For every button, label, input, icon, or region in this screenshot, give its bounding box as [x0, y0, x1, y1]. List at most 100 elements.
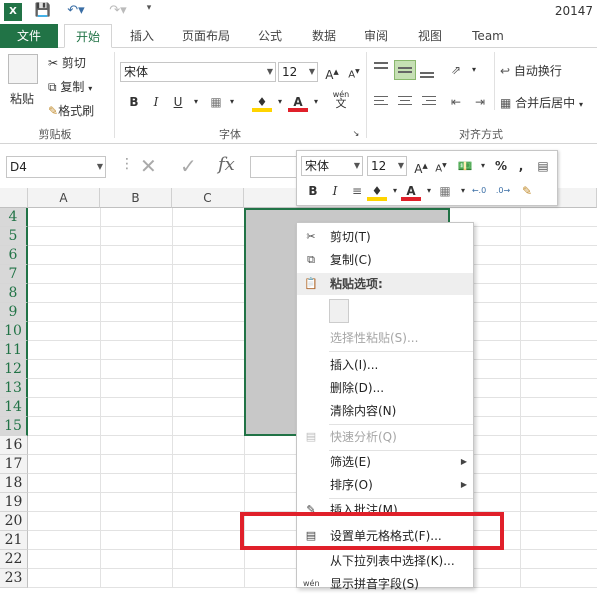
mini-fill-color-icon[interactable]: ♦: [367, 181, 387, 201]
increase-indent-icon[interactable]: ⇥: [470, 92, 490, 112]
tab-insert[interactable]: 插入: [120, 24, 164, 48]
align-center-icon[interactable]: [396, 94, 414, 110]
row-header[interactable]: 17: [0, 455, 28, 474]
row-header[interactable]: 22: [0, 550, 28, 569]
font-color-dropdown-icon[interactable]: ▾: [306, 92, 326, 112]
menu-item-filter[interactable]: 筛选(E) ▶: [297, 451, 473, 473]
row-header[interactable]: 11: [0, 341, 28, 360]
row-header[interactable]: 23: [0, 569, 28, 588]
mini-accounting-dropdown-icon[interactable]: ▾: [473, 156, 493, 176]
tab-review[interactable]: 审阅: [354, 24, 398, 48]
bottom-align-icon[interactable]: [418, 60, 436, 80]
row-header[interactable]: 7: [0, 265, 28, 284]
merge-center-button[interactable]: ▦ 合并后居中 ▾: [500, 94, 583, 111]
top-align-icon[interactable]: [372, 60, 390, 80]
row-header[interactable]: 18: [0, 474, 28, 493]
mini-accounting-format-icon[interactable]: 💵: [455, 156, 475, 176]
menu-item-show-phonetic[interactable]: wén 显示拼音字段(S): [297, 573, 473, 595]
column-header-b[interactable]: B: [100, 188, 172, 208]
menu-item-cut[interactable]: ✂ 剪切(T): [297, 226, 473, 248]
row-header[interactable]: 9: [0, 303, 28, 322]
copy-button[interactable]: ⧉ 复制 ▾: [48, 78, 92, 95]
row-header[interactable]: 14: [0, 398, 28, 417]
mini-size-combo[interactable]: 12 ▼: [367, 156, 407, 176]
mini-bold-button[interactable]: B: [303, 181, 323, 201]
menu-item-clear-contents[interactable]: 清除内容(N): [297, 400, 473, 422]
paste-option-icon[interactable]: [329, 299, 349, 323]
mini-percent-button[interactable]: %: [491, 156, 511, 176]
mini-format-painter-icon[interactable]: ✎: [517, 181, 537, 201]
mini-comma-button[interactable]: ,: [511, 156, 531, 176]
paste-button[interactable]: 粘贴: [10, 90, 34, 107]
mini-italic-button[interactable]: I: [325, 181, 345, 201]
formula-bar-options-icon[interactable]: ⋮: [120, 156, 134, 172]
row-header[interactable]: 8: [0, 284, 28, 303]
underline-dropdown-icon[interactable]: ▾: [186, 92, 206, 112]
tab-formulas[interactable]: 公式: [250, 24, 290, 48]
menu-item-pick-from-list[interactable]: 从下拉列表中选择(K)...: [297, 550, 473, 572]
column-header-c[interactable]: C: [172, 188, 244, 208]
row-header[interactable]: 12: [0, 360, 28, 379]
redo-icon[interactable]: ↷▾: [104, 3, 132, 21]
cut-button[interactable]: ✂ 剪切: [48, 54, 86, 71]
fill-color-icon[interactable]: ♦: [252, 92, 272, 112]
tab-home[interactable]: 开始: [64, 24, 112, 48]
orientation-dropdown-icon[interactable]: ▾: [464, 60, 484, 80]
name-box[interactable]: D4 ▼: [6, 156, 106, 178]
row-header[interactable]: 6: [0, 246, 28, 265]
mini-shrink-font-icon[interactable]: A▼: [431, 156, 451, 176]
row-header[interactable]: 21: [0, 531, 28, 550]
align-left-icon[interactable]: [372, 94, 390, 110]
row-header[interactable]: 15: [0, 417, 28, 436]
italic-button[interactable]: I: [146, 92, 166, 112]
fill-color-dropdown-icon[interactable]: ▾: [270, 92, 290, 112]
font-dialog-launcher-icon[interactable]: ↘: [350, 128, 362, 140]
format-painter-button[interactable]: ✎格式刷: [48, 102, 94, 119]
mini-decrease-decimal-icon[interactable]: .0→: [493, 181, 513, 201]
menu-item-delete[interactable]: 删除(D)...: [297, 377, 473, 399]
row-header[interactable]: 5: [0, 227, 28, 246]
menu-item-insert[interactable]: 插入(I)...: [297, 354, 473, 376]
bold-button[interactable]: B: [124, 92, 144, 112]
insert-function-icon[interactable]: fx: [218, 154, 235, 175]
cancel-icon[interactable]: ✕: [140, 154, 157, 178]
column-header-a[interactable]: A: [28, 188, 100, 208]
mini-font-color-icon[interactable]: A: [401, 181, 421, 201]
underline-button[interactable]: U: [168, 92, 188, 112]
wrap-text-button[interactable]: ↩ 自动换行: [500, 62, 562, 79]
mini-borders-icon[interactable]: ▦: [435, 181, 455, 201]
menu-item-paste-special[interactable]: 选择性粘贴(S)...: [297, 327, 473, 349]
select-all-corner[interactable]: [0, 188, 28, 208]
grow-font-icon[interactable]: A▲: [322, 62, 342, 82]
font-size-combo[interactable]: 12 ▼: [278, 62, 318, 82]
row-header[interactable]: 16: [0, 436, 28, 455]
middle-align-icon[interactable]: [394, 60, 416, 80]
phonetic-guide-icon[interactable]: wén 文: [328, 90, 354, 109]
undo-icon[interactable]: ↶▾: [62, 3, 90, 21]
row-header[interactable]: 4: [0, 208, 28, 227]
tab-view[interactable]: 视图: [408, 24, 452, 48]
mini-font-combo[interactable]: 宋体 ▼: [301, 156, 363, 176]
row-header[interactable]: 20: [0, 512, 28, 531]
tab-data[interactable]: 数据: [302, 24, 346, 48]
enter-icon[interactable]: ✓: [180, 154, 197, 178]
font-name-combo[interactable]: 宋体 ▼: [120, 62, 276, 82]
mini-format-table-icon[interactable]: ▤: [533, 156, 553, 176]
row-header[interactable]: 19: [0, 493, 28, 512]
save-icon[interactable]: 💾: [34, 3, 52, 21]
shrink-font-icon[interactable]: A▼: [344, 62, 364, 82]
mini-grow-font-icon[interactable]: A▲: [411, 156, 431, 176]
tab-team[interactable]: Team: [464, 24, 512, 48]
menu-item-quick-analysis[interactable]: ▤ 快速分析(Q): [297, 426, 473, 448]
menu-item-copy[interactable]: ⧉ 复制(C): [297, 249, 473, 271]
mini-center-icon[interactable]: ≡: [347, 181, 367, 201]
decrease-indent-icon[interactable]: ⇤: [446, 92, 466, 112]
formula-input[interactable]: [250, 156, 300, 178]
menu-item-sort[interactable]: 排序(O) ▶: [297, 474, 473, 496]
align-right-icon[interactable]: [420, 94, 438, 110]
tab-file[interactable]: 文件: [0, 24, 58, 48]
tab-page-layout[interactable]: 页面布局: [172, 24, 240, 48]
borders-dropdown-icon[interactable]: ▾: [222, 92, 242, 112]
orientation-icon[interactable]: ⇗: [446, 60, 466, 80]
customize-qat-icon[interactable]: ▾: [142, 3, 156, 21]
